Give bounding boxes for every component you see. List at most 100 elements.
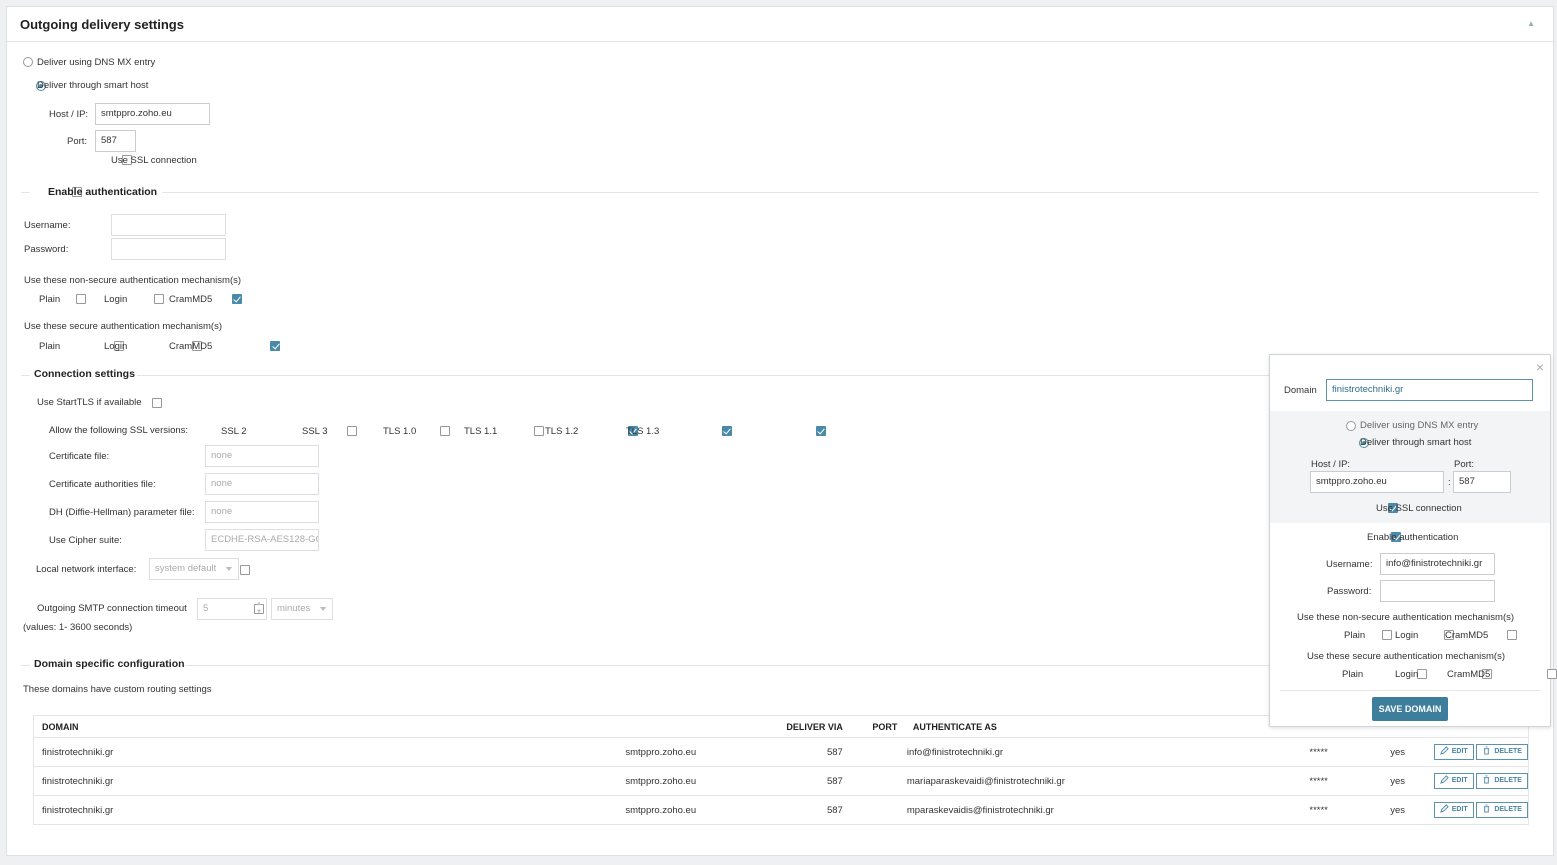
nonsecure-plain-label: Plain	[39, 294, 61, 305]
popup-secure-plain-checkbox[interactable]	[1417, 669, 1428, 679]
row-auth-as: mariaparaskevaidi@finistrotechniki.gr	[906, 766, 1310, 796]
row-password: *****	[1309, 795, 1391, 825]
trash-icon	[1484, 804, 1490, 813]
delete-button[interactable]: DELETE	[1476, 773, 1528, 789]
popup-username-input[interactable]: info@finistrotechniki.gr	[1380, 553, 1495, 575]
secure-login-label: Login	[104, 341, 128, 352]
row-ssl: yes	[1390, 737, 1434, 767]
row-ssl: yes	[1390, 766, 1434, 796]
row-auth-as: info@finistrotechniki.gr	[906, 737, 1310, 767]
popup-nonsecure-plain-checkbox[interactable]	[1382, 630, 1393, 640]
username-input[interactable]	[111, 214, 226, 236]
secure-plain-label: Plain	[39, 341, 61, 352]
enable-auth-label: Enable authentication	[48, 186, 158, 198]
username-label: Username:	[24, 220, 71, 231]
triangle-up-icon[interactable]: ▲	[1527, 19, 1535, 28]
cert-authorities-input[interactable]: none	[205, 473, 319, 495]
nonsecure-login-label: Login	[104, 294, 128, 305]
port-input[interactable]: 587	[95, 130, 136, 152]
title-divider	[7, 41, 1553, 42]
popup-secure-crammd5-checkbox[interactable]	[1547, 669, 1557, 679]
port-label: Port:	[67, 136, 88, 147]
column-header-deliver-via: DELIVER VIA	[747, 715, 843, 738]
row-domain: finistrotechniki.gr	[33, 766, 626, 796]
tls13-label: TLS 1.3	[626, 426, 660, 437]
popup-port-input[interactable]: 587	[1453, 471, 1511, 493]
edit-button[interactable]: EDIT	[1433, 744, 1474, 760]
edit-button[interactable]: EDIT	[1433, 802, 1474, 818]
spinner-arrows-icon[interactable]: ▲ ▼	[256, 600, 262, 616]
cipher-suite-input[interactable]: ECDHE-RSA-AES128-GCM	[205, 529, 319, 551]
row-domain: finistrotechniki.gr	[33, 795, 626, 825]
deliver-dns-radio[interactable]	[23, 57, 33, 67]
row-host: smtppro.zoho.eu	[625, 795, 748, 825]
table-row[interactable]: finistrotechniki.gr smtppro.zoho.eu 587 …	[33, 795, 1529, 825]
edit-label: EDIT	[1451, 777, 1468, 784]
tls10-label: TLS 1.0	[383, 426, 417, 437]
domain-edit-popup: × Domain finistrotechniki.gr Deliver usi…	[1269, 354, 1557, 727]
delete-label: DELETE	[1494, 748, 1522, 755]
popup-deliver-smarthost-label: Deliver through smart host	[1360, 437, 1472, 448]
cert-file-input[interactable]: none	[205, 445, 319, 467]
popup-domain-label: Domain	[1284, 385, 1317, 396]
delete-button[interactable]: DELETE	[1476, 802, 1528, 818]
row-password: *****	[1309, 737, 1391, 767]
connection-settings-title: Connection settings	[34, 368, 135, 380]
local-interface-value: system default	[155, 563, 217, 574]
tls10-checkbox[interactable]	[534, 426, 545, 436]
delete-button[interactable]: DELETE	[1476, 744, 1528, 760]
popup-host-input[interactable]: smtppro.zoho.eu	[1310, 471, 1444, 493]
secure-crammd5-checkbox[interactable]	[270, 341, 281, 351]
domain-config-title: Domain specific configuration	[34, 658, 185, 670]
cipher-suite-label: Use Cipher suite:	[49, 535, 122, 546]
nonsecure-login-checkbox[interactable]	[153, 294, 164, 304]
nonsecure-crammd5-checkbox[interactable]	[231, 294, 242, 304]
popup-nonsecure-plain-label: Plain	[1344, 630, 1366, 641]
nonsecure-plain-checkbox[interactable]	[76, 294, 87, 304]
starttls-label: Use StartTLS if available	[37, 397, 142, 408]
password-input[interactable]	[111, 238, 226, 260]
popup-secure-crammd5-label: CramMD5	[1447, 669, 1491, 680]
ssl-versions-label: Allow the following SSL versions:	[49, 425, 189, 436]
close-icon[interactable]: ×	[1536, 359, 1544, 375]
tls13-checkbox[interactable]	[815, 426, 826, 436]
chevron-down-icon	[320, 607, 326, 611]
starttls-checkbox[interactable]	[151, 398, 162, 408]
tls12-checkbox[interactable]	[721, 426, 732, 436]
edit-button[interactable]: EDIT	[1433, 773, 1474, 789]
popup-deliver-dns-radio[interactable]	[1346, 421, 1356, 431]
local-interface-checkbox[interactable]	[240, 565, 251, 575]
smtp-timeout-value: 5	[203, 603, 209, 614]
popup-password-input[interactable]	[1380, 580, 1495, 602]
password-label: Password:	[24, 244, 69, 255]
timeout-unit-select[interactable]: minutes	[271, 598, 333, 620]
table-row[interactable]: finistrotechniki.gr smtppro.zoho.eu 587 …	[33, 737, 1529, 767]
ssl2-checkbox[interactable]	[346, 426, 357, 436]
popup-enable-auth-label: Enable authentication	[1367, 532, 1459, 543]
panel-title: Outgoing delivery settings	[20, 17, 184, 32]
popup-secure-login-label: Login	[1395, 669, 1419, 680]
table-row[interactable]: finistrotechniki.gr smtppro.zoho.eu 587 …	[33, 766, 1529, 796]
save-domain-button[interactable]: SAVE DOMAIN	[1372, 697, 1448, 721]
domain-config-subtitle: These domains have custom routing settin…	[23, 684, 212, 695]
popup-nonsecure-crammd5-label: CramMD5	[1445, 630, 1489, 641]
popup-nonsecure-crammd5-checkbox[interactable]	[1506, 630, 1517, 640]
popup-domain-input[interactable]: finistrotechniki.gr	[1326, 379, 1533, 401]
section-divider	[21, 375, 30, 376]
column-header-authenticate-as: AUTHENTICATE AS	[906, 715, 1310, 738]
nonsecure-mech-title: Use these non-secure authentication mech…	[24, 275, 242, 286]
delete-label: DELETE	[1494, 806, 1522, 813]
smtp-timeout-input[interactable]: 5 ▲ ▼	[197, 598, 267, 620]
ssl3-checkbox[interactable]	[440, 426, 451, 436]
popup-secure-plain-label: Plain	[1342, 669, 1364, 680]
timeout-hint: (values: 1- 3600 seconds)	[23, 622, 133, 633]
trash-icon	[1484, 775, 1490, 784]
popup-password-label: Password:	[1327, 586, 1372, 597]
section-divider	[21, 192, 30, 193]
popup-host-port-separator: :	[1448, 477, 1451, 488]
local-interface-select[interactable]: system default	[149, 558, 239, 580]
dh-param-input[interactable]: none	[205, 501, 319, 523]
popup-nonsecure-title: Use these non-secure authentication mech…	[1297, 612, 1515, 623]
host-input[interactable]: smtppro.zoho.eu	[95, 103, 210, 125]
secure-crammd5-label: CramMD5	[169, 341, 213, 352]
